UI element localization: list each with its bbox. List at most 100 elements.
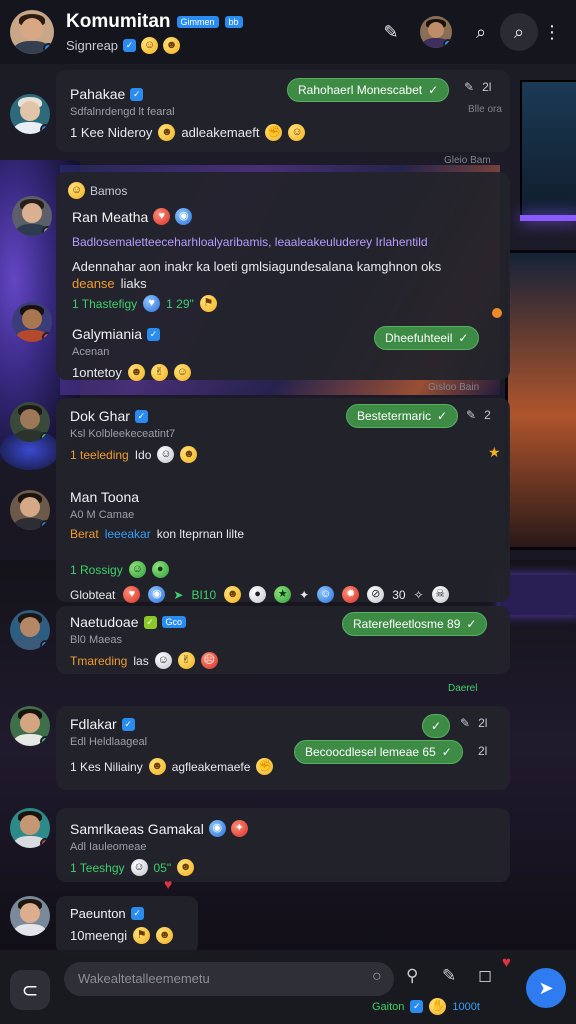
member-avatar[interactable] [420,16,452,48]
sender-name: Man Toona [70,489,140,505]
check-icon: ✓ [428,83,439,97]
smile-emoji-icon: ☻ [177,859,195,876]
mic-icon[interactable]: ⚲ [406,966,418,986]
run-icon[interactable]: ✦ [299,588,309,602]
skull-emoji-icon[interactable]: ☠ [431,586,449,603]
reaction-label: Globteat [70,587,116,602]
message-card[interactable]: Paeunton ✓ 10meengi ⚑ ☻ [56,896,198,954]
chat-icon[interactable]: ◻ [478,966,492,986]
message-line: 1 Kee Nideroy [70,125,153,140]
check-icon: ✓ [458,331,469,345]
group-avatar[interactable] [10,10,54,54]
right-monitor-top [520,80,576,220]
pin-icon[interactable]: ✎ [466,408,476,422]
reply-count: 2 [484,408,491,422]
reply-count: 2l [478,716,488,730]
message-input[interactable]: Wakealtetalleememetu [64,962,394,996]
message-line: 1 teeleding [70,447,129,462]
status-pill[interactable]: Raterefleetlosme 89 ✓ [342,612,488,636]
message-card[interactable]: Fdlakar ✓ Edl Heldlaageal 1 Kes Niliainy ☻… [56,706,510,790]
flag-emoji-icon: ⚑ [133,927,151,944]
unread-dot [492,308,502,318]
fist-emoji-icon: ✊ [265,124,283,141]
status-pill[interactable]: Rahohaerl Monescabet ✓ [287,78,450,102]
header-tag: Gimmen [176,15,219,28]
green-line: 1 Rossigy [70,562,123,577]
reaction-bar[interactable]: Globteat ♥ ◉ ➤ BI10 ☻ ● ★ ✦ ☺ ✹ ⊘ 30 ✧ ☠ [70,586,490,603]
smile-emoji-icon: ☺ [173,364,191,381]
right-monitor-game [505,250,576,550]
verified-icon: ✓ [130,87,144,101]
avatar[interactable] [10,490,50,530]
timestamp: Gisloo Bain [428,382,480,393]
verified-icon: ✓ [147,327,161,341]
green-emoji-icon: ☺ [128,561,146,578]
reply-count: 2l [478,744,488,758]
status-pill-label: Becoocdlesel lemeae 65 [305,745,436,759]
star-icon[interactable]: ★ [488,444,501,461]
sparkle-icon[interactable]: ✧ [414,588,424,602]
shield-icon: ✓ [123,38,137,52]
message-card[interactable]: ☺ Bamos Ran Meatha ♥ ◉ Badlosemaletteeceha… [56,172,510,381]
avatar[interactable] [12,196,52,236]
purple-led [520,215,576,221]
avatar[interactable] [10,94,50,134]
status-pill-label: Dheefuhteeil [385,331,453,345]
person-emoji-icon[interactable]: ☺ [317,586,335,603]
sender-name: Galymiania [72,326,143,342]
more-icon[interactable]: ⋮ [538,13,566,51]
search-icon[interactable]: ○ [372,968,382,986]
message-composer: ⊂ Wakealtetalleememetu ○ ⚲ ✎ ◻ ♥ Gaiton … [0,950,576,1024]
smile-emoji-icon: ☺ [141,36,159,54]
pin-icon[interactable]: ✎ [460,716,470,730]
face-emoji-icon: ☺ [157,446,175,463]
pen-icon[interactable]: ✎ [442,966,456,986]
timestamp: Daerel [448,683,478,694]
status-pill[interactable]: Dheefuhteeil ✓ [374,326,480,350]
status-pill[interactable]: Bestetermaric ✓ [346,404,459,428]
message-card[interactable]: Naetudoae ✓ Gco Bl0 Maeas Tmareding las ☺ ✌ ☹ … [56,606,510,674]
avatar[interactable] [12,302,52,342]
cat-emoji-icon[interactable]: ☻ [224,586,242,603]
message-card[interactable]: Pahakae ✓ Sdfalnrdengd lt fearal 1 Kee Ni… [56,70,510,152]
globe-emoji-icon[interactable]: ◉ [148,586,166,603]
message-line: 10meengi [70,928,128,943]
avatar[interactable] [10,896,50,936]
orange-word: Berat [70,527,99,541]
message-card[interactable]: Dok Ghar ✓ Ksl Kolbleekeceatint7 1 teeled… [56,398,510,603]
ball-emoji-icon[interactable]: ● [249,586,267,603]
fist-emoji-icon: ✊ [256,758,274,775]
send-icon: ➤ [538,977,554,998]
header-title-block[interactable]: Komumitan Gimmen bb Signreap ✓ ☺ ☻ [66,11,372,54]
verified-icon: ✓ [143,615,157,629]
arrow-icon[interactable]: ➤ [173,588,183,602]
avatar[interactable] [10,610,50,650]
timestamp: Gleio Bam [444,155,491,166]
send-button[interactable]: ➤ [526,968,566,1008]
search-filter-icon[interactable]: ⌕ [500,13,538,51]
pin-icon[interactable]: ✎ [464,80,474,94]
pencil-icon[interactable]: ✎ [372,13,410,51]
header-tag-small: bb [224,15,243,28]
fire-emoji-icon[interactable]: ✹ [342,586,360,603]
message-line: Tmareding [70,653,128,668]
slash-emoji-icon[interactable]: ⊘ [367,586,385,603]
attach-button[interactable]: ⊂ [10,970,50,1010]
avatar[interactable] [10,706,50,746]
composer-sub-label: Gaiton [372,1000,405,1013]
check-pill[interactable]: ✓ [422,714,451,738]
search-icon[interactable]: ⌕ [462,13,500,51]
status-pill[interactable]: Becoocdlesel lemeae 65 ✓ [294,740,463,764]
avatar[interactable] [10,402,50,442]
chat-subtitle: Signreap [66,37,119,53]
avatar[interactable] [10,808,50,848]
grin-emoji-icon: ☻ [163,36,181,54]
sender-meta: Adl Iauleomeae [70,841,147,853]
heart-emoji-icon[interactable]: ♥ [123,586,141,603]
star-emoji-icon[interactable]: ★ [274,586,292,603]
heart-icon: ♥ [502,954,511,971]
blue-link[interactable]: leeeakar [105,527,151,541]
message-tail: kon lteprnan lilte [156,527,245,541]
message-card[interactable]: Samrlkaeas Gamakal ◉ ✦ Adl Iauleomeae 1 Te… [56,808,510,882]
message-tail: Ido [134,447,152,462]
